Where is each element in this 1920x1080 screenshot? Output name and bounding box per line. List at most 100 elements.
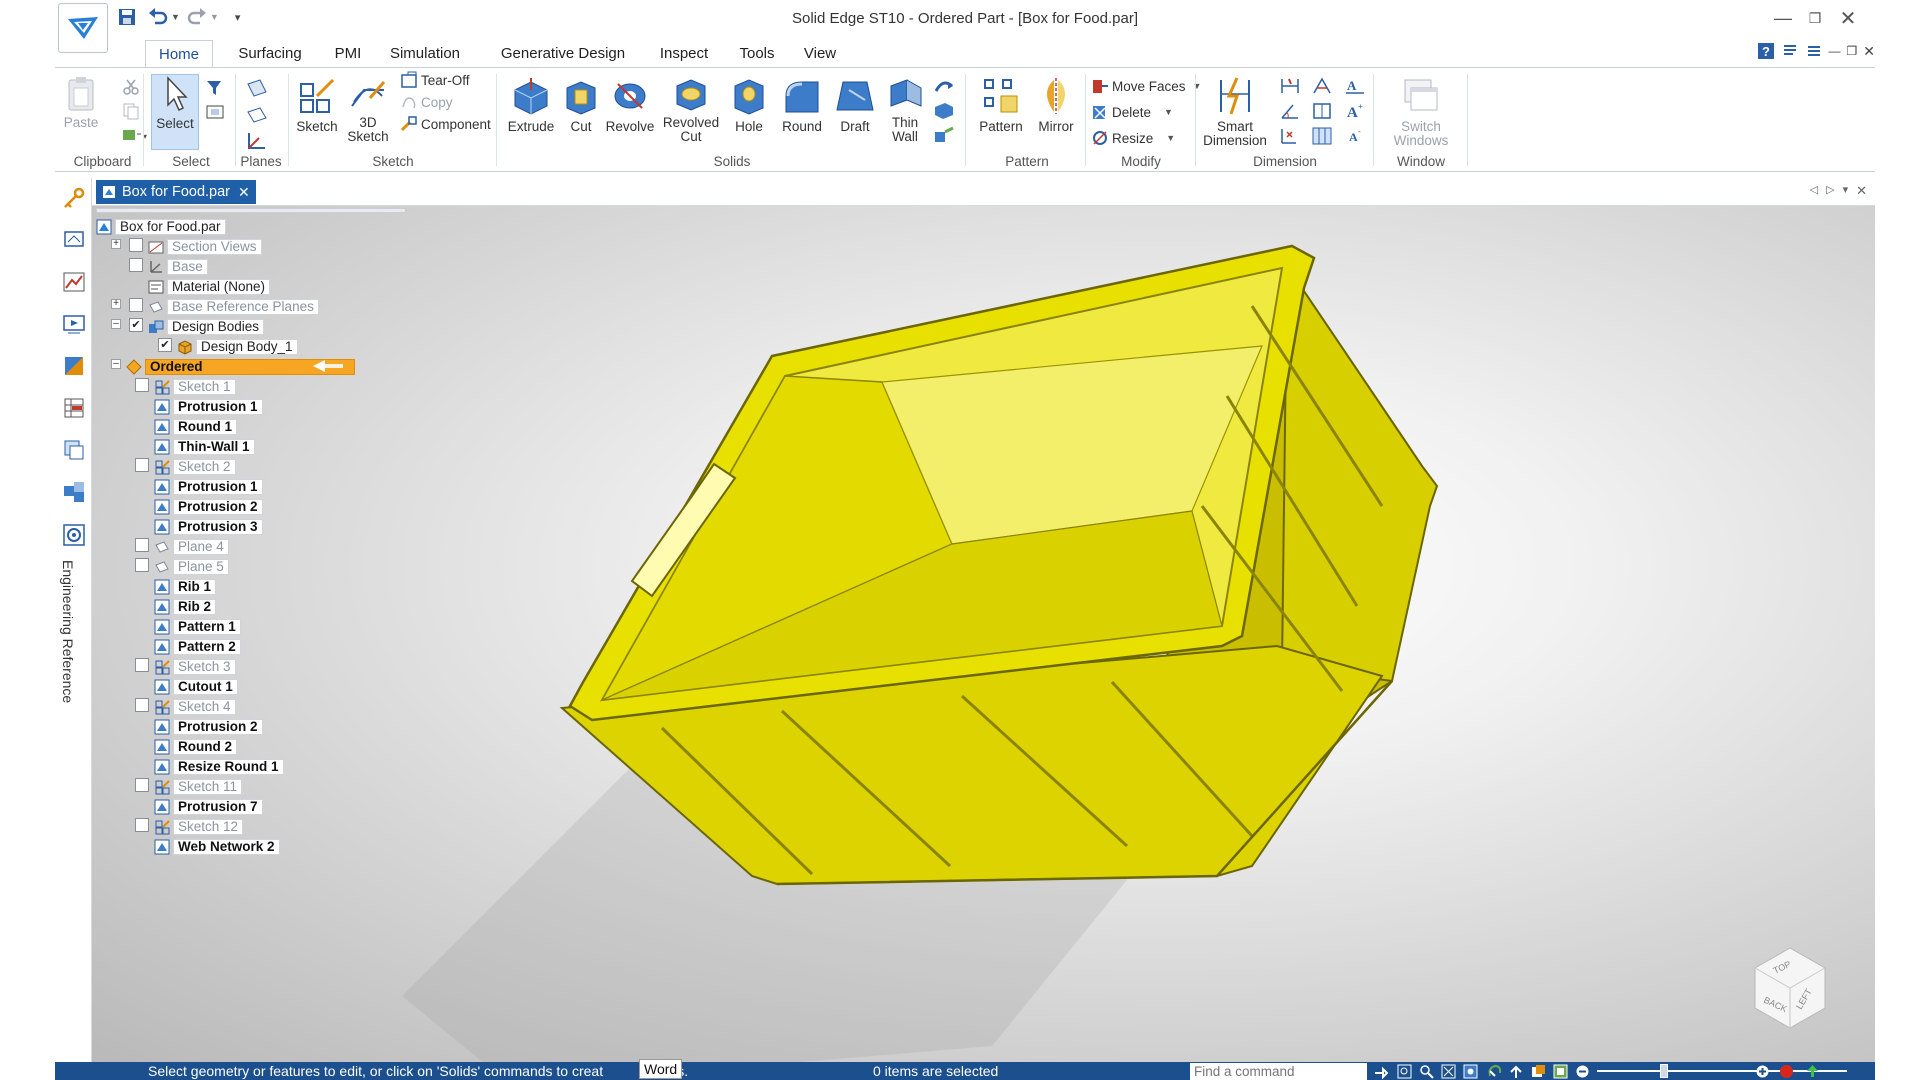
customize-qat-icon[interactable]: ▾: [235, 11, 241, 24]
sketch-button[interactable]: Sketch: [293, 76, 341, 134]
tab-tools[interactable]: Tools: [729, 40, 785, 68]
design-body-1-checkbox[interactable]: ✔: [158, 338, 172, 352]
tree-item[interactable]: Resize Round 1: [154, 758, 284, 775]
tree-item-ordered[interactable]: Ordered: [126, 358, 355, 375]
design-bodies-checkbox[interactable]: ✔: [129, 318, 143, 332]
tree-item[interactable]: Round 2: [154, 738, 237, 755]
doc-minimize-icon[interactable]: —: [1829, 44, 1841, 58]
view-orientation-icon[interactable]: [1531, 1064, 1546, 1079]
tree-item[interactable]: Protrusion 2: [154, 718, 263, 735]
fit-icon[interactable]: [1441, 1064, 1456, 1079]
engineering-reference-icon[interactable]: [62, 523, 86, 547]
move-faces-button[interactable]: Move Faces ▼: [1091, 77, 1201, 95]
rollback-marker-icon[interactable]: [311, 359, 345, 373]
copy-icon[interactable]: [122, 102, 140, 120]
dimension-style-icon-1[interactable]: A: [1344, 76, 1366, 96]
zoom-area-icon[interactable]: [1397, 1064, 1412, 1079]
document-tab-close-icon[interactable]: ✕: [238, 184, 250, 201]
tab-generative-design[interactable]: Generative Design: [483, 40, 643, 68]
base-reference-planes-checkbox[interactable]: [129, 298, 143, 312]
tree-item[interactable]: Sketch 4: [154, 698, 236, 715]
tree-item-checkbox[interactable]: [135, 538, 149, 552]
coordinate-dimension-icon[interactable]: [1279, 126, 1305, 146]
tree-item[interactable]: Protrusion 2: [154, 498, 263, 515]
tree-item[interactable]: Protrusion 1: [154, 398, 263, 415]
spin-about-icon[interactable]: [1509, 1064, 1524, 1079]
tree-item[interactable]: Plane 5: [154, 558, 229, 575]
tear-off-button[interactable]: Tear-Off: [400, 71, 470, 89]
tree-item[interactable]: Sketch 3: [154, 658, 236, 675]
collapse-design-bodies-icon[interactable]: –: [111, 319, 121, 329]
application-button[interactable]: [58, 3, 108, 53]
dimension-style-icon-2[interactable]: A +: [1344, 101, 1366, 121]
stop-icon[interactable]: [1779, 1064, 1794, 1079]
layers-icon[interactable]: [1805, 42, 1823, 60]
save-icon[interactable]: [117, 7, 137, 27]
distance-between-icon[interactable]: [1279, 76, 1301, 96]
tree-item-design-bodies[interactable]: Design Bodies: [148, 318, 265, 335]
notes-icon[interactable]: [1781, 42, 1799, 60]
tree-item-checkbox[interactable]: [135, 818, 149, 832]
tree-item[interactable]: Sketch 12: [154, 818, 244, 835]
tab-right-arrow-icon[interactable]: ▷: [1826, 183, 1834, 199]
component-button[interactable]: Component: [400, 115, 491, 133]
collapse-ordered-icon[interactable]: –: [111, 359, 121, 369]
select-filter-icon[interactable]: [205, 78, 225, 98]
select-button[interactable]: Select: [151, 74, 199, 150]
tree-item-checkbox[interactable]: [135, 698, 149, 712]
engineering-reference-tab[interactable]: Engineering Reference: [60, 560, 76, 703]
3d-sketch-button[interactable]: 3D Sketch: [345, 76, 391, 144]
plane-axis-icon[interactable]: [245, 130, 269, 152]
tab-left-arrow-icon[interactable]: ◁: [1810, 183, 1818, 199]
redo-dropdown-icon[interactable]: ▼: [210, 12, 219, 22]
layers-panel-icon[interactable]: [62, 228, 86, 252]
zoom-slider-thumb[interactable]: [1660, 1064, 1668, 1078]
mirror-button[interactable]: Mirror: [1031, 76, 1081, 134]
copy-sketch-button[interactable]: Copy: [400, 93, 453, 111]
tree-item-checkbox[interactable]: [135, 558, 149, 572]
restore-button[interactable]: ❐: [1800, 5, 1830, 31]
tree-item[interactable]: Cutout 1: [154, 678, 238, 695]
tree-item[interactable]: Thin-Wall 1: [154, 438, 255, 455]
doc-close-icon[interactable]: ✕: [1863, 43, 1875, 60]
hole-button[interactable]: Hole: [726, 76, 772, 134]
upload-icon[interactable]: [1805, 1064, 1820, 1079]
resize-button[interactable]: Resize ▼: [1091, 129, 1175, 147]
tree-item-section-views[interactable]: Section Views: [148, 238, 262, 255]
switch-windows-button[interactable]: Switch Windows: [1378, 76, 1464, 148]
tab-inspect[interactable]: Inspect: [651, 40, 717, 68]
document-tab[interactable]: Box for Food.par ✕: [96, 180, 256, 204]
tree-item-base[interactable]: Base: [148, 258, 208, 275]
close-button[interactable]: ✕: [1833, 5, 1863, 31]
thin-wall-button[interactable]: Thin Wall: [883, 76, 927, 144]
tree-item-checkbox[interactable]: [135, 778, 149, 792]
family-of-parts-icon[interactable]: [62, 396, 86, 420]
base-checkbox[interactable]: [129, 258, 143, 272]
paste-button[interactable]: Paste: [56, 76, 106, 130]
rotate-icon[interactable]: [1487, 1064, 1502, 1079]
tree-item[interactable]: Sketch 1: [154, 378, 236, 395]
pan-icon[interactable]: [1463, 1064, 1478, 1079]
tree-item[interactable]: Pattern 1: [154, 618, 241, 635]
tree-item[interactable]: Round 1: [154, 418, 237, 435]
view-styles-icon[interactable]: [1553, 1064, 1568, 1079]
tree-item[interactable]: Protrusion 7: [154, 798, 263, 815]
solids-more-icon-3[interactable]: [933, 126, 955, 146]
tree-splitter[interactable]: [96, 208, 406, 213]
dimension-grid-icon[interactable]: [1311, 126, 1333, 146]
tab-surfacing[interactable]: Surfacing: [225, 40, 315, 68]
tree-item-design-body-1[interactable]: Design Body_1: [177, 338, 298, 355]
symmetric-diameter-icon[interactable]: [1311, 76, 1333, 96]
tab-view[interactable]: View: [793, 40, 847, 68]
appearance-icon[interactable]: [62, 354, 86, 378]
tree-item[interactable]: Sketch 2: [154, 458, 236, 475]
help-icon[interactable]: ?: [1757, 42, 1775, 60]
section-views-checkbox[interactable]: [129, 238, 143, 252]
command-finder-arrow-icon[interactable]: [1373, 1064, 1388, 1079]
smart-dimension-button[interactable]: Smart Dimension: [1200, 76, 1270, 148]
extrude-button[interactable]: Extrude: [502, 76, 560, 134]
tree-item[interactable]: Web Network 2: [154, 838, 280, 855]
dimension-style-icon-3[interactable]: A-: [1344, 126, 1366, 146]
redo-icon[interactable]: [186, 7, 208, 27]
zoom-icon[interactable]: [1419, 1064, 1434, 1079]
